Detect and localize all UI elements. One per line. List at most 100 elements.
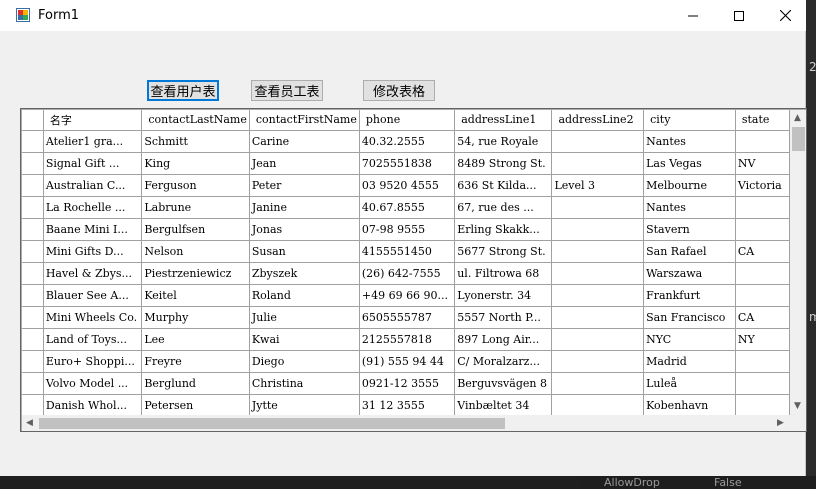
row-header[interactable] bbox=[22, 196, 44, 219]
grid-cell[interactable]: Victoria bbox=[735, 174, 790, 197]
grid-cell[interactable] bbox=[551, 240, 645, 263]
grid-cell[interactable] bbox=[551, 152, 645, 175]
scroll-right-icon[interactable]: ▶ bbox=[777, 419, 784, 428]
grid-cell[interactable]: Nantes bbox=[643, 196, 736, 219]
grid-cell[interactable]: Labrune bbox=[141, 196, 250, 219]
scroll-up-icon[interactable]: ▲ bbox=[794, 114, 801, 123]
vertical-scrollbar[interactable]: ▲ ▼ bbox=[790, 110, 806, 415]
close-button[interactable] bbox=[762, 0, 808, 31]
table-row[interactable]: Mini Gifts D... Nelson Susan 4155551450 5677… bbox=[22, 240, 790, 263]
grid-cell[interactable]: NV bbox=[735, 152, 790, 175]
grid-cell[interactable]: Jean bbox=[249, 152, 360, 175]
grid-cell[interactable]: Janine bbox=[249, 196, 360, 219]
grid-cell[interactable]: Zbyszek bbox=[249, 262, 360, 285]
row-header[interactable] bbox=[22, 152, 44, 175]
grid-cell[interactable]: Kobenhavn bbox=[643, 394, 736, 415]
grid-cell[interactable]: Jonas bbox=[249, 218, 360, 241]
grid-cell[interactable]: Stavern bbox=[643, 218, 736, 241]
grid-cell[interactable]: Danish Whol... bbox=[43, 394, 143, 415]
row-header[interactable] bbox=[22, 262, 44, 285]
grid-cell[interactable]: C/ Moralzarz... bbox=[454, 350, 553, 373]
view-employees-button[interactable]: 查看员工表 bbox=[251, 80, 323, 101]
column-header[interactable]: 名字 bbox=[43, 110, 143, 131]
grid-cell[interactable]: Schmitt bbox=[141, 130, 250, 153]
grid-cell[interactable]: Peter bbox=[249, 174, 360, 197]
row-header[interactable] bbox=[22, 284, 44, 307]
grid-cell[interactable]: 03 9520 4555 bbox=[359, 174, 456, 197]
table-row[interactable]: Volvo Model ... Berglund Christina 0921-12 … bbox=[22, 372, 790, 395]
grid-cell[interactable]: Julie bbox=[249, 306, 360, 329]
table-row[interactable]: Euro+ Shoppi... Freyre Diego (91) 555 94 44… bbox=[22, 350, 790, 373]
grid-cell[interactable]: King bbox=[141, 152, 250, 175]
grid-cell[interactable]: +49 69 66 90... bbox=[359, 284, 456, 307]
grid-cell[interactable]: 8489 Strong St. bbox=[454, 152, 553, 175]
grid-cell[interactable] bbox=[735, 394, 790, 415]
grid-cell[interactable]: Havel & Zbys... bbox=[43, 262, 143, 285]
grid-cell[interactable]: 40.67.8555 bbox=[359, 196, 456, 219]
minimize-button[interactable] bbox=[670, 0, 716, 31]
grid-cell[interactable]: CA bbox=[735, 306, 790, 329]
grid-cell[interactable]: Roland bbox=[249, 284, 360, 307]
maximize-button[interactable] bbox=[716, 0, 762, 31]
column-header[interactable]: contactFirstName bbox=[249, 110, 360, 131]
grid-cell[interactable]: Lyonerstr. 34 bbox=[454, 284, 553, 307]
row-header[interactable] bbox=[22, 372, 44, 395]
grid-cell[interactable] bbox=[735, 372, 790, 395]
grid-cell[interactable]: Berguvsvägen 8 bbox=[454, 372, 553, 395]
grid-cell[interactable] bbox=[551, 350, 645, 373]
grid-cell[interactable] bbox=[735, 130, 790, 153]
grid-cell[interactable]: Land of Toys... bbox=[43, 328, 143, 351]
grid-cell[interactable]: Frankfurt bbox=[643, 284, 736, 307]
grid-cell[interactable] bbox=[551, 130, 645, 153]
edit-table-button[interactable]: 修改表格 bbox=[363, 80, 435, 101]
grid-cell[interactable]: Christina bbox=[249, 372, 360, 395]
table-row[interactable]: La Rochelle ... Labrune Janine 40.67.8555 67… bbox=[22, 196, 790, 219]
grid-cell[interactable]: Diego bbox=[249, 350, 360, 373]
column-header[interactable]: contactLastName bbox=[141, 110, 250, 131]
grid-cell[interactable] bbox=[551, 196, 645, 219]
grid-cell[interactable]: Warszawa bbox=[643, 262, 736, 285]
grid-cell[interactable] bbox=[551, 284, 645, 307]
scroll-down-icon[interactable]: ▼ bbox=[794, 402, 801, 411]
row-header-corner[interactable] bbox=[22, 110, 44, 131]
row-header[interactable] bbox=[22, 218, 44, 241]
horizontal-scrollbar[interactable]: ◀ ▶ bbox=[22, 415, 790, 431]
grid-cell[interactable] bbox=[551, 218, 645, 241]
row-header[interactable] bbox=[22, 306, 44, 329]
vertical-scroll-thumb[interactable] bbox=[792, 127, 805, 151]
column-header[interactable]: addressLine1 bbox=[454, 110, 553, 131]
grid-cell[interactable]: 0921-12 3555 bbox=[359, 372, 456, 395]
grid-cell[interactable]: Piestrzeniewicz bbox=[141, 262, 250, 285]
grid-cell[interactable]: Australian C... bbox=[43, 174, 143, 197]
grid-cell[interactable]: 7025551838 bbox=[359, 152, 456, 175]
grid-cell[interactable]: 54, rue Royale bbox=[454, 130, 553, 153]
grid-cell[interactable]: Bergulfsen bbox=[141, 218, 250, 241]
grid-cell[interactable]: Luleå bbox=[643, 372, 736, 395]
grid-cell[interactable]: 6505555787 bbox=[359, 306, 456, 329]
grid-cell[interactable] bbox=[735, 196, 790, 219]
horizontal-scroll-thumb[interactable] bbox=[39, 418, 505, 429]
grid-cell[interactable]: Berglund bbox=[141, 372, 250, 395]
table-row[interactable]: Baane Mini I... Bergulfsen Jonas 07-98 9555… bbox=[22, 218, 790, 241]
grid-cell[interactable]: Susan bbox=[249, 240, 360, 263]
row-header[interactable] bbox=[22, 240, 44, 263]
grid-cell[interactable]: Carine bbox=[249, 130, 360, 153]
row-header[interactable] bbox=[22, 174, 44, 197]
grid-cell[interactable]: Erling Skakk... bbox=[454, 218, 553, 241]
grid-cell[interactable]: 67, rue des ... bbox=[454, 196, 553, 219]
grid-cell[interactable] bbox=[551, 306, 645, 329]
grid-cell[interactable] bbox=[551, 262, 645, 285]
table-row[interactable]: Signal Gift ... King Jean 7025551838 8489 St… bbox=[22, 152, 790, 175]
grid-cell[interactable]: Level 3 bbox=[551, 174, 645, 197]
grid-cell[interactable]: Mini Wheels Co. bbox=[43, 306, 143, 329]
table-row[interactable]: Danish Whol... Petersen Jytte 31 12 3555 Vin… bbox=[22, 394, 790, 415]
data-grid[interactable]: 名字 contactLastName contactFirstName phon… bbox=[20, 108, 807, 432]
grid-cell[interactable]: Nantes bbox=[643, 130, 736, 153]
column-header[interactable]: addressLine2 bbox=[551, 110, 645, 131]
grid-cell[interactable]: 31 12 3555 bbox=[359, 394, 456, 415]
row-header[interactable] bbox=[22, 328, 44, 351]
grid-cell[interactable]: NY bbox=[735, 328, 790, 351]
grid-cell[interactable] bbox=[735, 218, 790, 241]
grid-cell[interactable]: Euro+ Shoppi... bbox=[43, 350, 143, 373]
grid-cell[interactable]: Keitel bbox=[141, 284, 250, 307]
